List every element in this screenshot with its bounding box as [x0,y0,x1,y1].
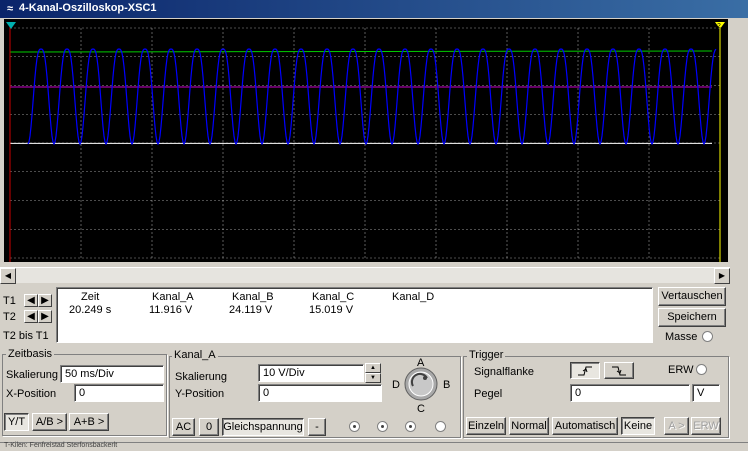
kanal-title: Kanal_A [172,349,218,361]
rising-edge-icon [578,366,592,376]
falling-edge-icon [612,366,626,376]
falling-edge-button[interactable] [604,362,634,379]
window-title: 4-Kanal-Oszilloskop-XSC1 [19,2,157,14]
x-position-field[interactable]: 0 [74,384,164,402]
y-position-field[interactable]: 0 [258,384,382,402]
einzeln-button[interactable]: Einzeln [466,417,506,435]
erw-label: ERW [668,364,694,376]
vertauschen-button[interactable]: Vertauschen [658,287,726,306]
trigger-title: Trigger [467,349,506,361]
kanal-skalierung-field[interactable]: 10 V/Div [258,364,364,382]
masse-radio[interactable] [702,331,713,342]
header-kanal-d: Kanal_D [392,291,435,303]
kanal-skalierung-spin-up[interactable]: ▲ [365,363,381,373]
y-position-label: Y-Position [175,388,225,400]
normal-button[interactable]: Normal [509,417,549,435]
rising-edge-button[interactable] [570,362,600,379]
keine-button[interactable]: Keine [621,417,655,435]
channel-radio-4[interactable] [435,421,446,432]
cursor-t2-marker-label: 2 [717,23,721,30]
oscilloscope-icon: ≈ [6,3,14,15]
measurement-readout: Zeit Kanal_A Kanal_B Kanal_C Kanal_D 20.… [56,287,653,343]
scroll-left-button[interactable]: ◀ [0,268,16,284]
channel-radio-1[interactable] [349,421,360,432]
trigger-erw-button[interactable]: ERW [691,417,721,435]
header-kanal-c: Kanal_C [312,291,355,303]
header-kanal-a: Kanal_A [152,291,194,303]
t1-label: T1 [3,295,16,307]
channel-radio-2[interactable] [377,421,388,432]
zeitbasis-skalierung-field[interactable]: 50 ms/Div [60,365,164,383]
gleichspannung-button[interactable]: Gleichspannung [222,418,304,436]
t1-kanal-a-value: 11.916 V [149,304,193,316]
kanal-skalierung-spin-down[interactable]: ▼ [365,373,381,383]
t2-right-arrow[interactable]: ▶ [38,310,52,323]
t2-left-arrow[interactable]: ◀ [24,310,38,323]
mode-ab-button[interactable]: A/B > [32,413,67,431]
t1-kanal-c-value: 15.019 V [309,304,354,316]
title-bar: ≈ 4-Kanal-Oszilloskop-XSC1 [0,0,748,18]
knob-label-c: C [417,403,425,415]
status-text: T-Kilen: Fenfreistad Sterfonsbackerlt [4,442,118,449]
mode-apb-button[interactable]: A+B > [69,413,109,431]
signalflanke-label: Signalflanke [474,366,534,378]
knob-label-d: D [392,379,400,391]
x-position-label: X-Position [6,388,57,400]
masse-label: Masse [665,331,698,343]
minus-button[interactable]: - [308,418,326,436]
waveform-display: 2 [6,22,725,262]
zeitbasis-title: Zeitbasis [6,348,55,360]
trigger-a-button[interactable]: A > [664,417,689,435]
t1-kanal-b-value: 24.119 V [229,304,273,316]
pegel-unit-field[interactable]: V [692,384,720,402]
t1-right-arrow[interactable]: ▶ [38,294,52,307]
header-zeit: Zeit [81,291,100,303]
knob-label-b: B [443,379,451,391]
mode-yt-button[interactable]: Y/T [4,413,29,431]
automatisch-button[interactable]: Automatisch [552,417,618,435]
zero-button[interactable]: 0 [199,418,219,436]
header-kanal-b: Kanal_B [232,291,274,303]
zeitbasis-skalierung-label: Skalierung [6,369,58,381]
horizontal-scrollbar[interactable]: ◀ ▶ [0,267,730,284]
speichern-button[interactable]: Speichern [658,308,726,327]
channel-radio-3[interactable] [405,421,416,432]
t2-label: T2 [3,311,16,323]
t1-left-arrow[interactable]: ◀ [24,294,38,307]
ac-button[interactable]: AC [172,418,195,436]
erw-radio[interactable] [696,364,707,375]
trace-channel-b [27,48,717,146]
t1-zeit-value: 20.249 s [69,304,112,316]
right-strip [730,19,748,282]
channel-select-knob[interactable] [403,366,439,402]
t2-bis-t1-label: T2 bis T1 [3,330,49,342]
pegel-label: Pegel [474,388,503,400]
scroll-right-button[interactable]: ▶ [714,268,730,284]
trace-channel-a [9,50,713,53]
oscilloscope-screen[interactable]: 2 [4,19,728,262]
pegel-field[interactable]: 0 [570,384,690,402]
kanal-skalierung-label: Skalierung [175,371,227,383]
